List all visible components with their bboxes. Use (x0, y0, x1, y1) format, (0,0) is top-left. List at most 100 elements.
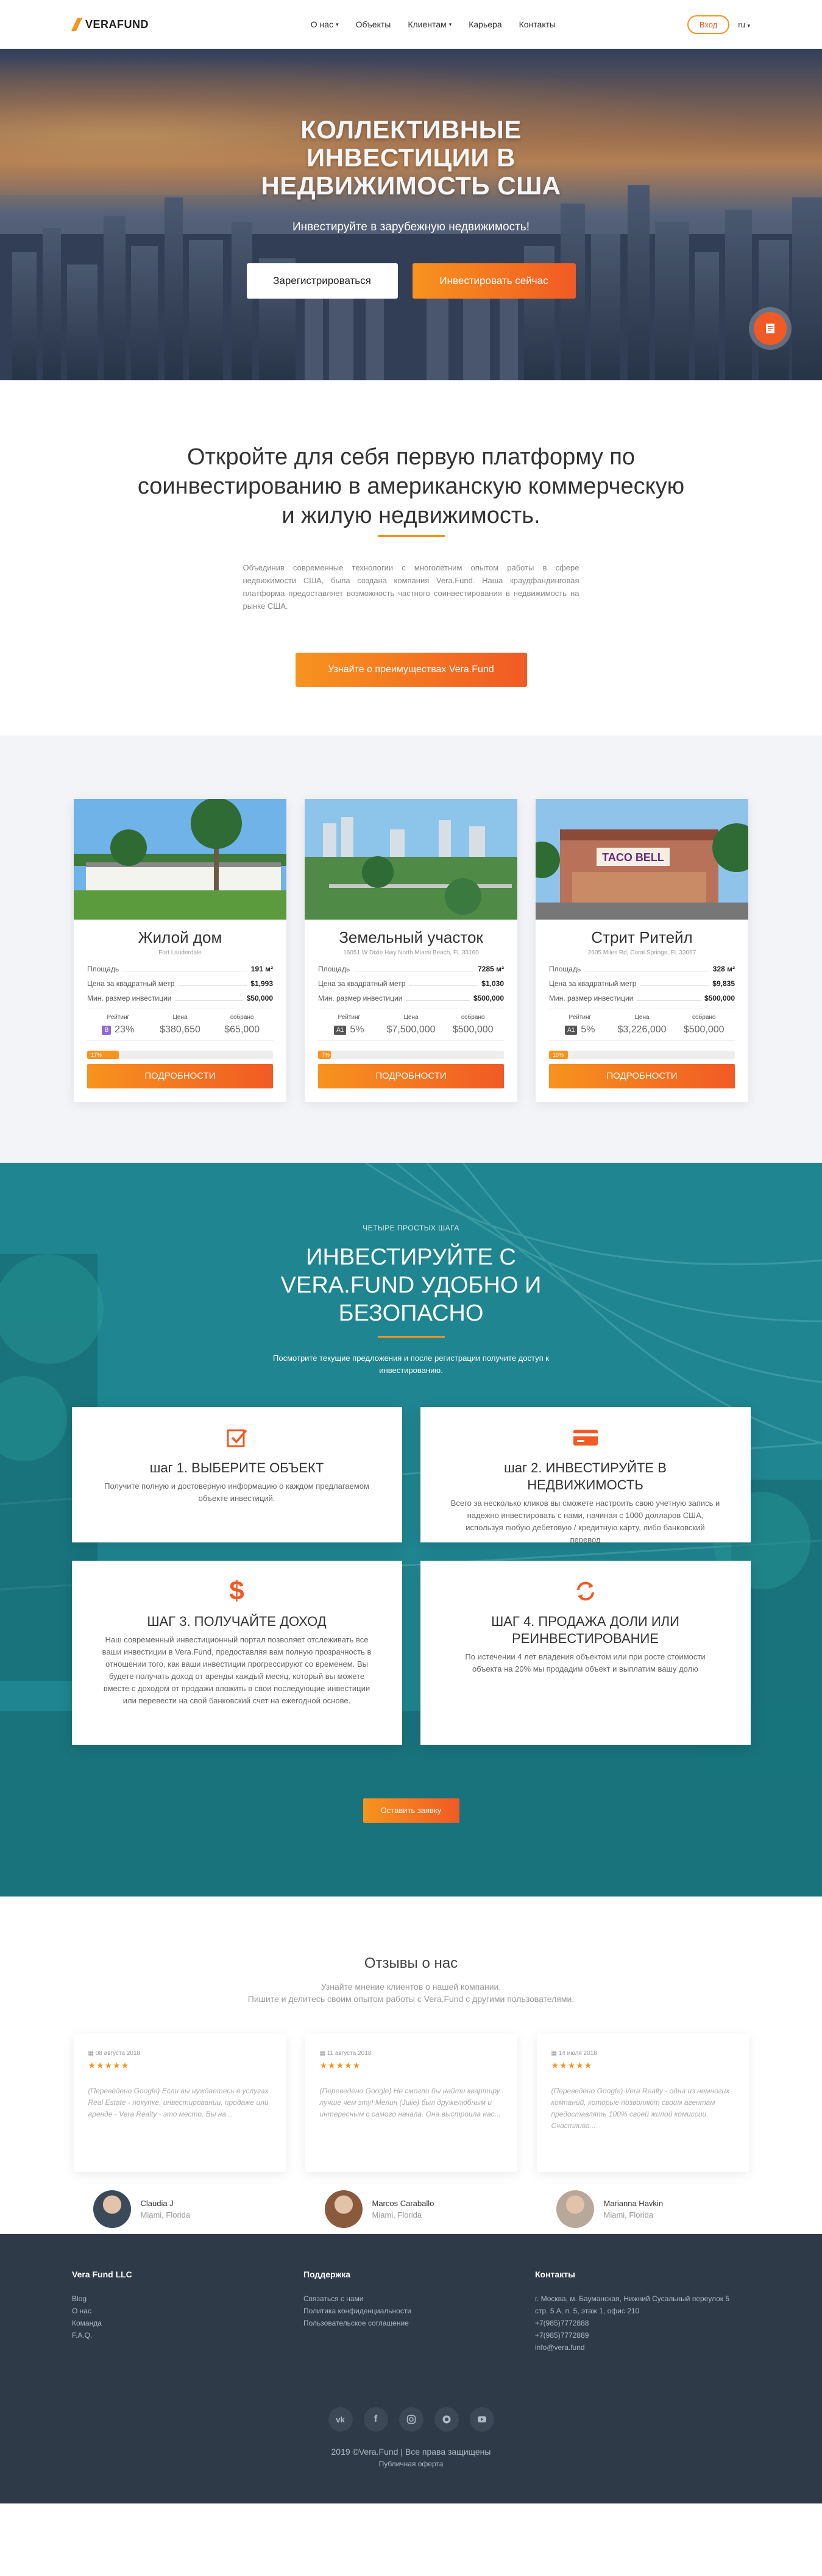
review-date: ▦ 11 августа 2018 (319, 2050, 372, 2057)
footer-col-contacts: Контакты г. Москва, м. Бауманская, Нижни… (535, 2269, 742, 2354)
review-author: Marcos Caraballo Miami, Florida (324, 2190, 434, 2228)
step-title: ШАГ 4. ПРОДАЖА ДОЛИ ИЛИ РЕИНВЕСТИРОВАНИЕ (491, 1614, 679, 1646)
property-photo[interactable] (74, 799, 286, 920)
rating-badge: B (102, 1025, 112, 1035)
register-button[interactable]: Зарегистрироваться (246, 263, 398, 299)
leave-request-button[interactable]: Оставить заявку (363, 1798, 459, 1823)
rating-stars-icon: ★★★★★ (88, 2060, 130, 2070)
heading-underline (377, 1336, 445, 1338)
checkbox-icon (227, 1429, 247, 1447)
footer-link[interactable]: F.A.Q. (72, 2329, 303, 2341)
footer-link[interactable]: Пользовательское соглашение (303, 2317, 535, 2329)
details-button[interactable]: ПОДРОБНОСТИ (87, 1064, 273, 1088)
property-title: Жилой дом (138, 928, 222, 946)
author-city: Miami, Florida (603, 2210, 654, 2219)
github-icon[interactable] (434, 2407, 459, 2432)
area-row: Площадь 7285 м² (318, 965, 504, 973)
footer-link[interactable]: Политика конфиденциальности (303, 2305, 535, 2317)
footer-link[interactable]: О нас (72, 2305, 303, 2317)
footer-email[interactable]: info@vera.fund (535, 2341, 742, 2354)
progress-fill: 7% (318, 1051, 331, 1059)
reviews-title: Отзывы о нас (364, 1955, 458, 1971)
details-button[interactable]: ПОДРОБНОСТИ (549, 1064, 735, 1088)
step-card-4: ШАГ 4. ПРОДАЖА ДОЛИ ИЛИ РЕИНВЕСТИРОВАНИЕ… (420, 1561, 751, 1745)
nav-item-career[interactable]: Карьера (469, 20, 501, 29)
heading-underline (377, 535, 445, 537)
step-title: ШАГ 3. ПОЛУЧАЙТЕ ДОХОД (147, 1614, 327, 1629)
rating-badge: A1 (565, 1025, 578, 1035)
facebook-icon[interactable]: f (363, 2407, 388, 2432)
author-city: Miami, Florida (140, 2210, 191, 2219)
footer-phone[interactable]: +7(985)7772889 (535, 2329, 742, 2341)
property-card: TACO BELL Стрит Ритейл 2605 Miles Rd, Cora… (536, 799, 748, 1102)
property-address: Fort Lauderdale (158, 949, 202, 956)
nav-item-about[interactable]: О нас ▾ (311, 20, 339, 29)
footer-link[interactable]: Связаться с нами (303, 2293, 535, 2305)
calendar-icon: ▦ (319, 2050, 327, 2057)
author-city: Miami, Florida (372, 2210, 422, 2219)
collected-metric: собрано $500,000 (452, 1014, 494, 1035)
property-address: 2605 Miles Rd, Coral Springs, FL 33067 (587, 949, 696, 956)
main-nav: О нас ▾ Объекты Клиентам ▾ Карьера Контакт… (311, 20, 556, 29)
logo-mark-icon (72, 18, 83, 31)
footer-link[interactable]: Blog (72, 2293, 303, 2305)
vk-icon[interactable]: vk (328, 2407, 353, 2432)
reviews-section: Отзывы о нас Узнайте мнение клиентов о н… (0, 1897, 822, 2234)
details-button[interactable]: ПОДРОБНОСТИ (318, 1064, 504, 1088)
hero-subtitle: Инвестируйте в зарубежную недвижимость! (292, 221, 530, 233)
footer-col-company: Vera Fund LLC Blog О нас Команда F.A.Q. (72, 2269, 303, 2354)
caret-down-icon: ▾ (448, 21, 452, 27)
step-title: шаг 2. ИНВЕСТИРУЙТЕ В НЕДВИЖИМОСТЬ (504, 1460, 667, 1492)
footer-link[interactable]: Команда (72, 2317, 303, 2329)
language-select[interactable]: ru ▾ (738, 20, 750, 29)
footer-phone[interactable]: +7(985)7772888 (535, 2317, 742, 2329)
avatar (556, 2190, 594, 2228)
site-header: VERAFUND О нас ▾ Объекты Клиентам ▾ Карьер… (0, 0, 822, 49)
step-card-3: $ ШАГ 3. ПОЛУЧАЙТЕ ДОХОД Наш современный… (71, 1561, 402, 1745)
review-text: (Переведено Google) Не смогли бы найти к… (319, 2087, 501, 2118)
intro-heading: Откройте для себя первую платформу по со… (137, 444, 685, 528)
funding-progress-bar: 17% (87, 1051, 273, 1059)
collected-metric: собрано $500,000 (683, 1014, 725, 1035)
youtube-icon[interactable] (469, 2407, 494, 2432)
invest-now-button[interactable]: Инвестировать сейчас (412, 263, 576, 299)
property-photo[interactable]: TACO BELL (536, 799, 748, 920)
property-card: Земельный участок 16051 W Dixie Hwy North… (305, 799, 517, 1102)
progress-fill: 10% (549, 1051, 568, 1059)
review-card: ▦ 14 июля 2018 ★★★★★ (Переведено Google) V… (536, 2034, 749, 2228)
step-card-1: шаг 1. ВЫБЕРИТЕ ОБЪЕКТ Получите полную и… (71, 1407, 402, 1542)
logo[interactable]: VERAFUND (72, 18, 149, 31)
caret-down-icon: ▾ (747, 22, 750, 29)
rating-metric: Рейтинг A1 5% (318, 1014, 380, 1035)
site-footer: Vera Fund LLC Blog О нас Команда F.A.Q. … (0, 2234, 822, 2503)
footer-col-support: Поддержка Связаться с нами Политика конф… (303, 2269, 535, 2354)
review-card: ▦ 11 августа 2018 ★★★★★ (Переведено Google… (305, 2034, 517, 2228)
login-button[interactable]: Вход (687, 15, 730, 34)
step-text: Получите полную и достоверную информацию… (104, 1481, 369, 1503)
funding-progress-bar: 7% (318, 1051, 504, 1059)
nav-item-objects[interactable]: Объекты (356, 20, 391, 29)
property-title: Стрит Ритейл (591, 928, 693, 946)
public-offer-link[interactable]: Публичная оферта (0, 2458, 822, 2470)
review-text: (Переведено Google) Если вы нуждаетесь в… (88, 2087, 269, 2118)
svg-text:TACO BELL: TACO BELL (602, 851, 664, 864)
area-row: Площадь 328 м² (549, 965, 735, 973)
nav-item-clients[interactable]: Клиентам ▾ (408, 20, 452, 29)
properties-section: Жилой дом Fort Lauderdale Площадь 191 м² Цен… (0, 736, 822, 1163)
funding-progress-bar: 10% (549, 1051, 735, 1059)
refresh-icon (576, 1581, 594, 1601)
property-photo[interactable] (305, 799, 517, 920)
avatar (93, 2190, 131, 2228)
learn-advantages-button[interactable]: Узнайте о преимуществах Vera.Fund (295, 653, 527, 687)
dollar-icon: $ (229, 1576, 244, 1606)
credit-card-icon (573, 1430, 598, 1446)
rating-metric: Рейтинг A1 5% (549, 1014, 611, 1035)
nav-item-contacts[interactable]: Контакты (519, 20, 556, 29)
rating-stars-icon: ★★★★★ (551, 2060, 593, 2070)
avatar (324, 2190, 363, 2228)
instagram-icon[interactable] (399, 2407, 423, 2432)
review-text: (Переведено Google) Vera Realty - одна и… (551, 2087, 730, 2130)
document-fab-button[interactable] (754, 312, 787, 345)
review-card: ▦ 08 августа 2018 ★★★★★ (Переведено Google… (73, 2034, 286, 2228)
hero-section: КОЛЛЕКТИВНЫЕ ИНВЕСТИЦИИ В НЕДВИЖИМОСТЬ С… (0, 49, 822, 380)
